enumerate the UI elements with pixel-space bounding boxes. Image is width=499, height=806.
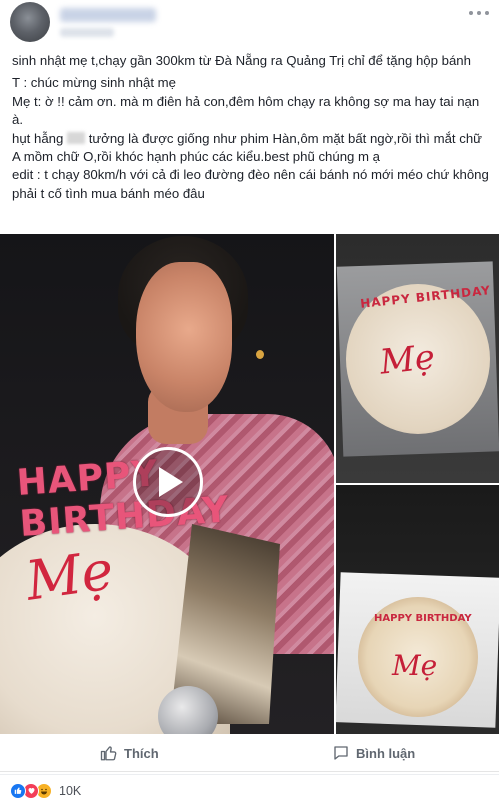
- photo-bottom-right[interactable]: HAPPY BIRTHDAY Mẹ: [336, 485, 499, 734]
- like-label: Thích: [124, 745, 159, 761]
- earring: [256, 350, 264, 359]
- video-thumbnail[interactable]: HAPPY BIRTHDAY Mẹ: [0, 234, 334, 734]
- post-header: [0, 0, 499, 48]
- cake-name: Mẹ: [392, 649, 438, 682]
- photo-top-right[interactable]: HAPPY BIRTHDAY Mẹ: [336, 234, 499, 483]
- caption-line: hụt hẫng tưởng là được giống như phim Hà…: [12, 130, 490, 167]
- dot-icon: [469, 11, 473, 15]
- like-reaction-icon: [10, 782, 26, 799]
- reactions-summary[interactable]: 10K: [0, 774, 499, 806]
- cake-name: Mẹ: [378, 337, 437, 383]
- post-caption: sinh nhật mẹ t,chạy gần 300km từ Đà Nẵng…: [12, 52, 490, 203]
- like-button[interactable]: Thích: [100, 734, 159, 772]
- redacted-word: [67, 131, 86, 144]
- comment-button[interactable]: Bình luận: [332, 734, 415, 772]
- play-icon[interactable]: [133, 447, 203, 517]
- reaction-count[interactable]: 10K: [59, 784, 81, 798]
- more-options-button[interactable]: [469, 6, 489, 20]
- caption-line: T : chúc mừng sinh nhật mẹ: [12, 75, 176, 91]
- author-name-blurred[interactable]: [60, 8, 156, 22]
- comment-icon: [334, 746, 348, 760]
- post-meta-blurred: [60, 28, 114, 37]
- dot-icon: [477, 11, 481, 15]
- face-shape: [136, 262, 232, 412]
- cake-text: HAPPY BIRTHDAY: [374, 613, 472, 624]
- dot-icon: [485, 11, 489, 15]
- facebook-post: sinh nhật mẹ t,chạy gần 300km từ Đà Nẵng…: [0, 0, 499, 806]
- avatar[interactable]: [10, 2, 50, 42]
- caption-fragment: hụt hẫng: [12, 130, 64, 146]
- thumbs-up-icon: [100, 746, 117, 761]
- caption-line: Mẹ t: ờ !! cảm ơn. mà m điên hả con,đêm …: [12, 93, 483, 128]
- cake-text: Mẹ: [22, 538, 118, 613]
- media-grid: HAPPY BIRTHDAY Mẹ HAPPY BIRTHDAY Mẹ HAPP…: [0, 234, 499, 734]
- caption-line: edit : t chạy 80km/h với cả đi leo đường…: [12, 167, 493, 201]
- action-bar: Thích Bình luận: [0, 734, 499, 772]
- comment-label: Bình luận: [356, 745, 416, 761]
- caption-line: sinh nhật mẹ t,chạy gần 300km từ Đà Nẵng…: [12, 53, 471, 68]
